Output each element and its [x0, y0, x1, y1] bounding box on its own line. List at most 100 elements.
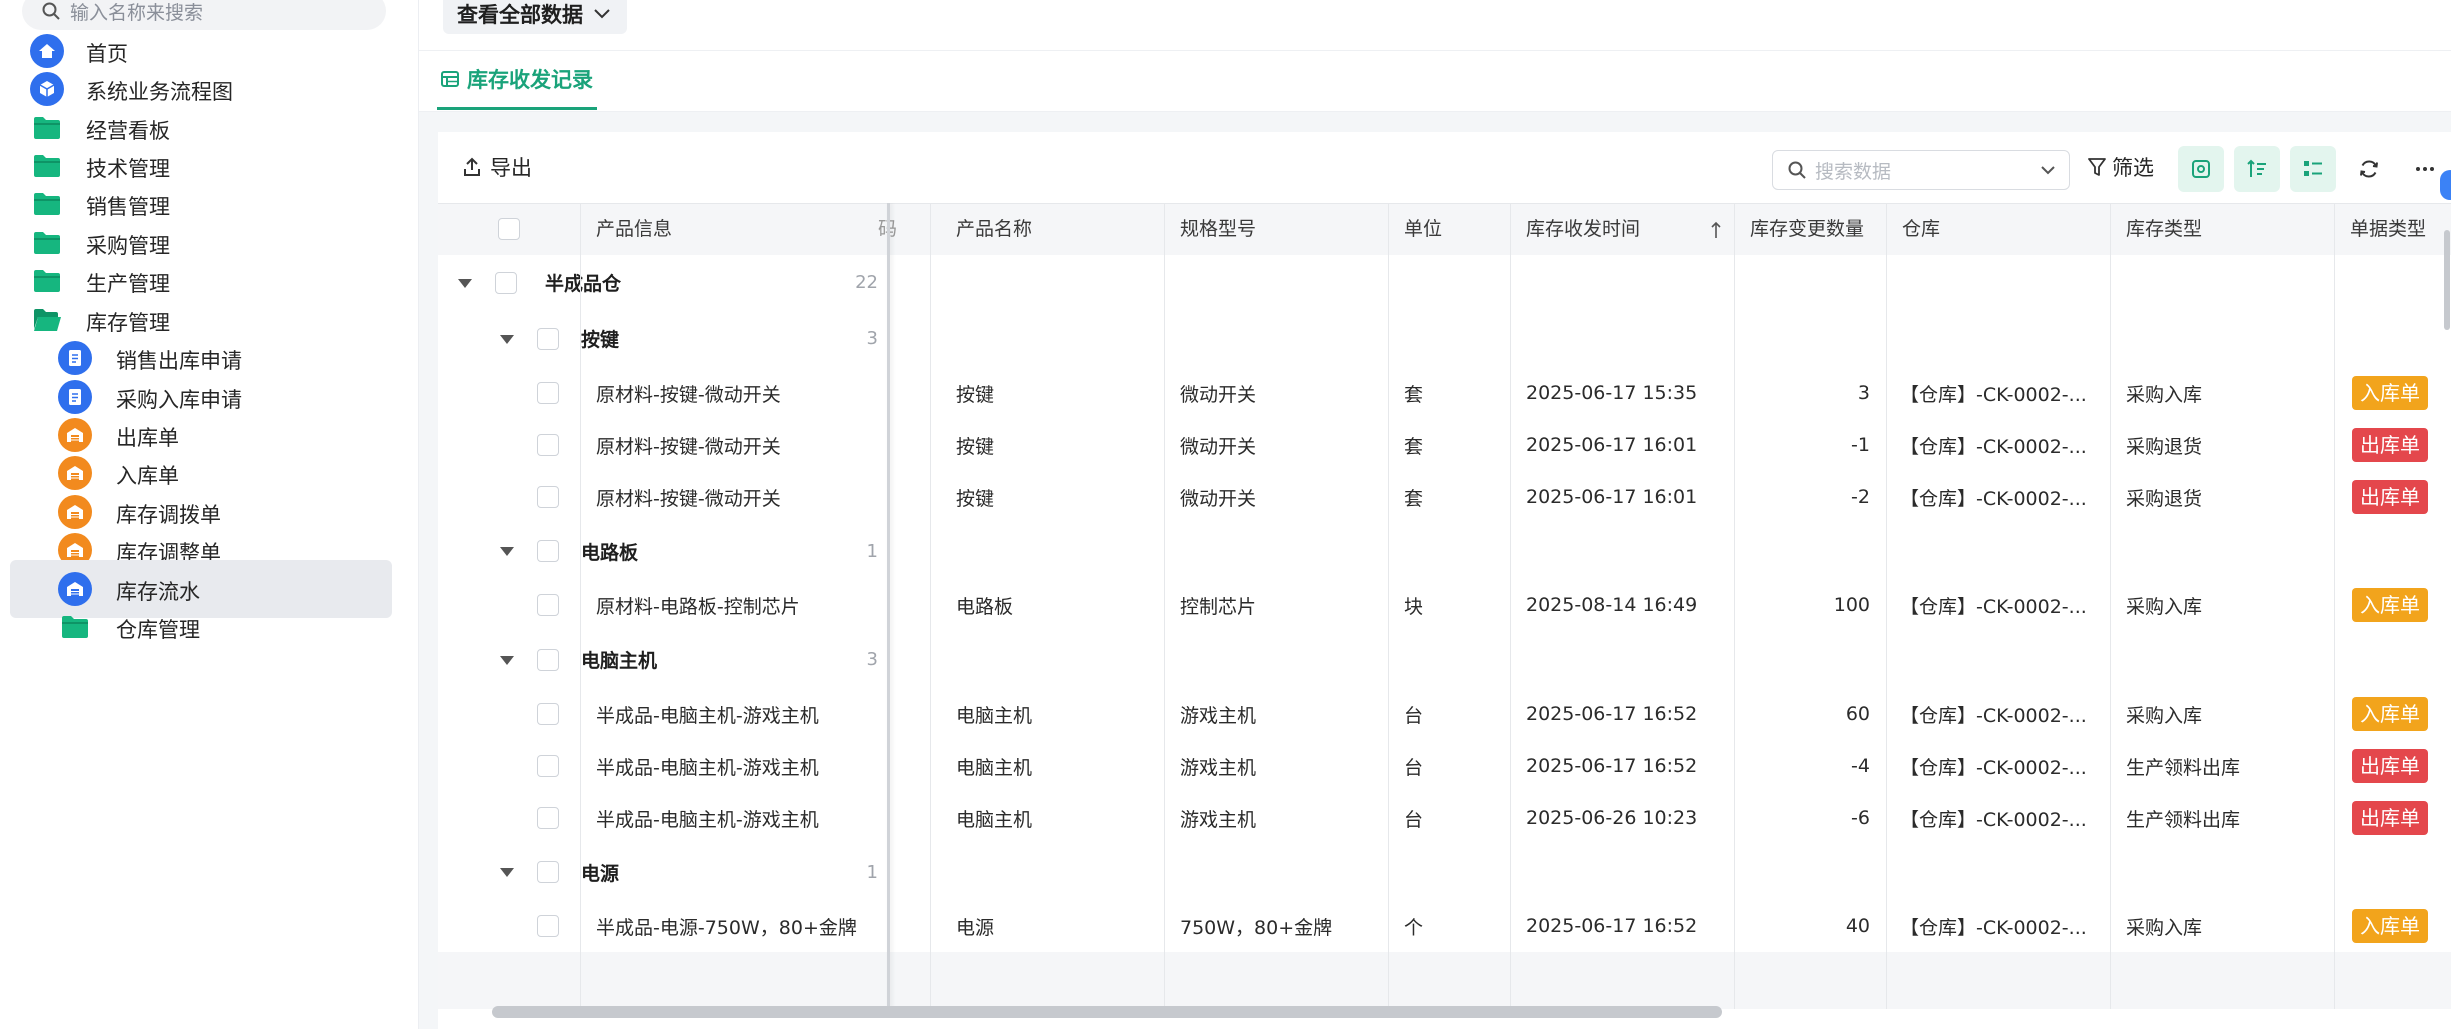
col-time[interactable]: 库存收发时间 — [1526, 204, 1640, 255]
folder-icon — [58, 610, 92, 644]
product-name-cell: 按键 — [956, 435, 995, 458]
tab-inventory-records[interactable]: 库存收发记录 — [437, 51, 597, 110]
caret-down-icon[interactable] — [500, 334, 514, 344]
product-info-cell: 原材料-按键-微动开关 — [596, 435, 781, 458]
row-checkbox[interactable] — [537, 594, 559, 616]
filter-label: 筛选 — [2112, 156, 2154, 180]
product-info-cell: 原材料-电路板-控制芯片 — [596, 595, 800, 618]
qty-cell: -6 — [1851, 807, 1870, 829]
stock-type-cell: 采购入库 — [2126, 383, 2203, 406]
row-checkbox[interactable] — [537, 807, 559, 829]
sidebar-item-15[interactable]: 仓库管理 — [10, 598, 392, 656]
group-row[interactable]: 电源 1 — [438, 844, 2451, 901]
warehouse-cell: 【仓库】-CK-0002-... — [1900, 487, 2087, 510]
row-checkbox[interactable] — [537, 915, 559, 937]
warehouse-cell: 【仓库】-CK-0002-... — [1900, 916, 2087, 939]
product-info-cell: 半成品-电脑主机-游戏主机 — [596, 808, 819, 831]
row-checkbox[interactable] — [537, 382, 559, 404]
sort-ascending-icon[interactable] — [1710, 220, 1722, 240]
doc-type-badge[interactable]: 出库单 — [2352, 749, 2428, 783]
vertical-scrollbar[interactable] — [2444, 230, 2450, 330]
table-header: 产品信息 码 产品名称 规格型号 单位 库存收发时间 库存变更数量 仓库 库存类… — [438, 203, 2451, 256]
table-footer — [438, 952, 2451, 1009]
doc-type-badge[interactable]: 出库单 — [2352, 480, 2428, 514]
col-doc-type[interactable]: 单据类型 — [2350, 204, 2426, 255]
qty-cell: 60 — [1845, 703, 1870, 725]
stock-type-cell: 生产领料出库 — [2126, 756, 2241, 779]
table-row[interactable]: 原材料-按键-微动开关 按键 微动开关 套 2025-06-17 15:35 【仓库】-C… — [438, 367, 2451, 420]
row-checkbox[interactable] — [537, 755, 559, 777]
warehouse-cell: 【仓库】-CK-0002-... — [1900, 808, 2087, 831]
horizontal-scrollbar[interactable] — [492, 1006, 1722, 1018]
caret-down-icon[interactable] — [500, 547, 514, 556]
col-product-info[interactable]: 产品信息 — [596, 204, 672, 255]
spec-cell: 游戏主机 — [1180, 808, 1257, 831]
export-button[interactable]: 导出 — [462, 152, 532, 182]
row-checkbox[interactable] — [537, 648, 559, 671]
caret-down-icon[interactable] — [500, 868, 514, 877]
row-checkbox[interactable] — [537, 703, 559, 725]
export-icon — [464, 157, 480, 176]
doc-type-badge[interactable]: 出库单 — [2352, 801, 2428, 835]
group-row[interactable]: 电脑主机 3 — [438, 631, 2451, 689]
table-icon — [441, 71, 459, 87]
sort-button[interactable] — [2234, 146, 2280, 192]
doc-type-badge[interactable]: 入库单 — [2352, 588, 2428, 622]
caret-down-icon[interactable] — [458, 278, 472, 288]
floating-assistant-button[interactable] — [2440, 170, 2451, 200]
group-row[interactable]: 电路板 1 — [438, 523, 2451, 580]
filter-icon — [2088, 158, 2106, 176]
spec-cell: 微动开关 — [1180, 383, 1257, 406]
group-name: 电源 — [581, 862, 620, 885]
warehouse-cell: 【仓库】-CK-0002-... — [1900, 383, 2087, 406]
sticky-note-button[interactable] — [2178, 146, 2224, 192]
col-qty[interactable]: 库存变更数量 — [1750, 204, 1864, 255]
col-unit[interactable]: 单位 — [1404, 204, 1442, 255]
group-row[interactable]: 半成品仓 22 — [438, 255, 2451, 311]
spec-cell: 微动开关 — [1180, 487, 1257, 510]
filter-button[interactable]: 筛选 — [2088, 152, 2154, 182]
row-checkbox[interactable] — [537, 861, 559, 883]
row-checkbox[interactable] — [537, 434, 559, 456]
doc-type-badge[interactable]: 入库单 — [2352, 909, 2428, 943]
row-checkbox[interactable] — [537, 540, 559, 562]
table-row[interactable]: 原材料-按键-微动开关 按键 微动开关 套 2025-06-17 16:01 【仓库】-C… — [438, 471, 2451, 524]
table-row[interactable]: 原材料-电路板-控制芯片 电路板 控制芯片 块 2025-08-14 16:49 【仓库】… — [438, 579, 2451, 632]
stock-type-cell: 采购入库 — [2126, 704, 2203, 727]
warehouse-cell: 【仓库】-CK-0002-... — [1900, 435, 2087, 458]
product-name-cell: 按键 — [956, 383, 995, 406]
refresh-button[interactable] — [2346, 146, 2392, 192]
table-row[interactable]: 半成品-电源-750W，80+金牌 电源 750W，80+金牌 个 2025-06-17… — [438, 900, 2451, 953]
select-all-checkbox[interactable] — [498, 218, 520, 240]
time-cell: 2025-06-17 16:01 — [1526, 486, 1698, 508]
spec-cell: 750W，80+金牌 — [1180, 916, 1333, 939]
stock-type-cell: 采购退货 — [2126, 435, 2203, 458]
doc-type-badge[interactable]: 入库单 — [2352, 376, 2428, 410]
group-name: 半成品仓 — [545, 273, 622, 295]
table-row[interactable]: 半成品-电脑主机-游戏主机 电脑主机 游戏主机 台 2025-06-17 16:52 【仓… — [438, 740, 2451, 793]
table-search-input[interactable]: 搜索数据 — [1772, 150, 2070, 190]
doc-type-badge[interactable]: 出库单 — [2352, 428, 2428, 462]
row-checkbox[interactable] — [537, 486, 559, 508]
group-button[interactable] — [2290, 146, 2336, 192]
table-row[interactable]: 半成品-电脑主机-游戏主机 电脑主机 游戏主机 台 2025-06-26 10:23 【仓… — [438, 792, 2451, 845]
col-stock-type[interactable]: 库存类型 — [2126, 204, 2202, 255]
qty-cell: 100 — [1833, 594, 1870, 616]
caret-down-icon[interactable] — [500, 655, 514, 665]
group-row[interactable]: 按键 3 — [438, 310, 2451, 368]
table-row[interactable]: 原材料-按键-微动开关 按键 微动开关 套 2025-06-17 16:01 【仓库】-C… — [438, 419, 2451, 472]
product-name-cell: 电脑主机 — [956, 704, 1033, 727]
row-checkbox[interactable] — [537, 327, 559, 350]
col-product-name[interactable]: 产品名称 — [956, 204, 1032, 255]
spec-cell: 游戏主机 — [1180, 704, 1257, 727]
col-warehouse[interactable]: 仓库 — [1902, 204, 1940, 255]
table-row[interactable]: 半成品-电脑主机-游戏主机 电脑主机 游戏主机 台 2025-06-17 16:52 【仓… — [438, 688, 2451, 741]
stock-type-cell: 采购入库 — [2126, 595, 2203, 618]
column-divider — [2110, 203, 2111, 1009]
doc-type-badge[interactable]: 入库单 — [2352, 697, 2428, 731]
stock-type-cell: 采购退货 — [2126, 487, 2203, 510]
col-spec[interactable]: 规格型号 — [1180, 204, 1256, 255]
row-checkbox[interactable] — [495, 271, 517, 294]
view-all-data-dropdown[interactable]: 查看全部数据 — [443, 0, 627, 34]
group-name: 电路板 — [581, 541, 639, 564]
